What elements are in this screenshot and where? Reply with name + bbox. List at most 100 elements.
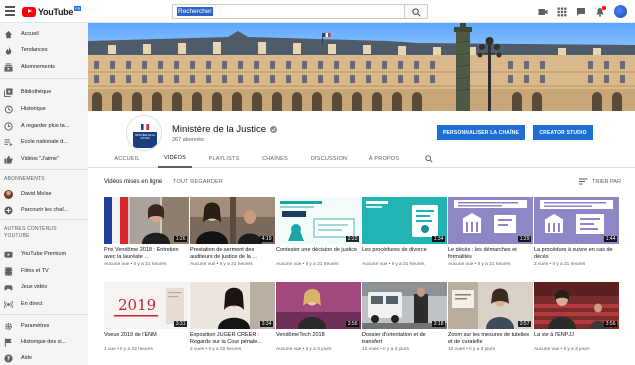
channel-avatar[interactable]: MINISTÈRE DE LA JUSTICE	[126, 115, 162, 151]
thumbs-up-icon	[4, 155, 13, 164]
notifications-bell-icon[interactable]	[595, 5, 606, 17]
sidebar-divider	[0, 219, 88, 220]
sidebar-item-youtube-premium[interactable]: YouTube Premium	[0, 248, 88, 260]
svg-text:2019: 2019	[118, 296, 156, 314]
tab-channels[interactable]: CHAÎNES	[258, 150, 292, 168]
gear-icon	[4, 322, 13, 330]
video-thumbnail[interactable]: 2:22	[276, 197, 361, 244]
search-input[interactable]: Rechercher	[177, 7, 213, 16]
sidebar-item-report-history[interactable]: Historique des si...	[0, 336, 88, 348]
search-box[interactable]: Rechercher	[172, 4, 404, 19]
video-meta: Aucune vue • Il y a 21 heures	[276, 262, 339, 267]
video-title[interactable]: Prix Vendôme 2018 : Entretien avec la la…	[104, 247, 189, 261]
upload-video-icon[interactable]	[538, 7, 548, 17]
video-card[interactable]: 3:57 Zoom sur les mesures de tutelles et…	[448, 282, 533, 352]
sidebar-item-browse-channels[interactable]: Parcourir les chaî...	[0, 204, 88, 216]
video-duration: 3:56	[604, 321, 617, 327]
youtube-logo[interactable]: YouTube FR	[22, 6, 82, 17]
video-title[interactable]: Contester une décision de justice	[276, 247, 361, 261]
sidebar-item-subscriptions[interactable]: Abonnements	[0, 61, 88, 73]
tab-playlists[interactable]: PLAYLISTS	[206, 150, 242, 168]
top-bar: YouTube FR Rechercher	[0, 0, 635, 23]
sidebar-item-live[interactable]: En direct	[0, 298, 88, 310]
sidebar-item-liked-videos[interactable]: Vidéos "J'aime"	[0, 153, 88, 165]
video-card[interactable]: 1:34 Les procédures de divorce Aucune vu…	[362, 197, 447, 267]
video-thumbnail[interactable]: 1:34	[362, 197, 447, 244]
messages-icon[interactable]	[576, 7, 586, 17]
sidebar-item-watch-later[interactable]: À regarder plus ta...	[0, 120, 88, 132]
video-meta: 1 vue • Il y a 22 heures	[104, 347, 153, 352]
video-title[interactable]: Dossier d'orientation et de transfert	[362, 332, 447, 346]
playlist-icon	[4, 138, 13, 146]
logo-country: FR	[74, 6, 82, 11]
sidebar-item-label: Tendances	[21, 47, 48, 53]
apps-grid-icon[interactable]	[557, 7, 567, 17]
sidebar-item-trending[interactable]: Tendances	[0, 44, 88, 56]
sidebar-item-library[interactable]: Bibliothèque	[0, 86, 88, 98]
video-card[interactable]: 3:18 Dossier d'orientation et de transfe…	[362, 282, 447, 352]
sidebar-item-gaming[interactable]: Jeux vidéo	[0, 281, 88, 293]
sidebar-item-settings[interactable]: Paramètres	[0, 320, 88, 332]
video-title[interactable]: La procédure à suivre en cas de décès	[534, 247, 619, 261]
video-thumbnail[interactable]: 1:29	[448, 197, 533, 244]
sidebar-item-label: Films et TV	[21, 268, 49, 274]
clock-icon	[4, 121, 13, 131]
video-title[interactable]: Les procédures de divorce	[362, 247, 447, 261]
video-card[interactable]: 1:44 La procédure à suivre en cas de déc…	[534, 197, 619, 267]
video-thumbnail[interactable]: 4:19	[190, 197, 275, 244]
video-title[interactable]: VendômeTech 2018	[276, 332, 361, 346]
video-card[interactable]: 2:22 Contester une décision de justice A…	[276, 197, 361, 267]
gaming-icon	[4, 284, 13, 290]
tab-videos[interactable]: VIDÉOS	[158, 150, 192, 168]
play-all-button[interactable]: TOUT REGARDER	[173, 179, 223, 185]
channel-tabs: ACCUEIL VIDÉOS PLAYLISTS CHAÎNES DISCUSS…	[88, 150, 635, 168]
video-thumbnail[interactable]: 2019 3:31	[104, 282, 189, 329]
sidebar-item-label: David Moïse	[21, 191, 52, 197]
video-duration: 1:44	[604, 236, 617, 242]
video-title[interactable]: Voeux 2019 de l'ENM	[104, 332, 189, 346]
sidebar-item-history[interactable]: Historique	[0, 103, 88, 115]
video-title[interactable]: Prestation de serment des auditeurs de j…	[190, 247, 275, 261]
video-thumbnail[interactable]: 3:56	[276, 282, 361, 329]
sidebar-item-label: Paramètres	[21, 323, 50, 329]
video-thumbnail[interactable]: 3:57	[448, 282, 533, 329]
video-title[interactable]: Le décès : les démarches et formalités	[448, 247, 533, 261]
menu-icon[interactable]	[5, 6, 15, 16]
subscriber-count: 267 abonnés	[172, 137, 204, 143]
video-duration: 1:26	[174, 236, 187, 242]
video-card[interactable]: 3:56 La vie à l'ENPJJ Aucune vue • Il y …	[534, 282, 619, 352]
video-thumbnail[interactable]: 3:56	[534, 282, 619, 329]
creator-studio-button[interactable]: CREATOR STUDIO	[533, 125, 593, 140]
video-meta: Aucune vue • Il y a 21 heures	[362, 262, 425, 267]
video-card[interactable]: 3:56 VendômeTech 2018 Aucune vue • Il y …	[276, 282, 361, 352]
search-button[interactable]	[404, 4, 428, 19]
tab-discussion[interactable]: DISCUSSION	[308, 150, 350, 168]
tab-home[interactable]: ACCUEIL	[112, 150, 142, 168]
sidebar-item-subscription-david[interactable]: David Moïse	[0, 188, 88, 200]
sort-by-button[interactable]: TRIER PAR	[579, 178, 621, 185]
video-thumbnail[interactable]: 1:44	[534, 197, 619, 244]
customize-channel-button[interactable]: PERSONNALISER LA CHAÎNE	[437, 125, 525, 140]
video-card[interactable]: 4:19 Prestation de serment des auditeurs…	[190, 197, 275, 267]
sidebar-item-help[interactable]: ? Aide	[0, 352, 88, 364]
sidebar-item-home[interactable]: Accueil	[0, 28, 88, 40]
video-thumbnail[interactable]: 1:26	[104, 197, 189, 244]
video-card[interactable]: 3:34 Exposition JUGER CREER : Regards su…	[190, 282, 275, 352]
video-title[interactable]: La vie à l'ENPJJ	[534, 332, 619, 346]
sidebar-item-films[interactable]: Films et TV	[0, 265, 88, 277]
sidebar-item-playlist-enm[interactable]: École nationale d...	[0, 136, 88, 148]
video-thumbnail[interactable]: 3:18	[362, 282, 447, 329]
video-card[interactable]: 2019 3:31 Voeux 2019 de l'ENM 1 vue • Il…	[104, 282, 189, 352]
video-card[interactable]: 1:26 Prix Vendôme 2018 : Entretien avec …	[104, 197, 189, 267]
tab-search[interactable]	[422, 150, 436, 168]
channel-title: Ministère de la Justice	[172, 124, 277, 135]
section-title: Vidéos mises en ligne	[104, 179, 163, 185]
video-title[interactable]: Exposition JUGER CREER : Regards sur la …	[190, 332, 275, 346]
account-avatar[interactable]	[614, 5, 627, 18]
sidebar: Accueil Tendances Abonnements Bibliothèq…	[0, 23, 88, 365]
video-meta: 2 vues • Il y a 22 heures	[190, 347, 242, 352]
video-card[interactable]: 1:29 Le décès : les démarches et formali…	[448, 197, 533, 267]
video-title[interactable]: Zoom sur les mesures de tutelles et de c…	[448, 332, 533, 346]
tab-about[interactable]: À PROPOS	[366, 150, 402, 168]
video-thumbnail[interactable]: 3:34	[190, 282, 275, 329]
